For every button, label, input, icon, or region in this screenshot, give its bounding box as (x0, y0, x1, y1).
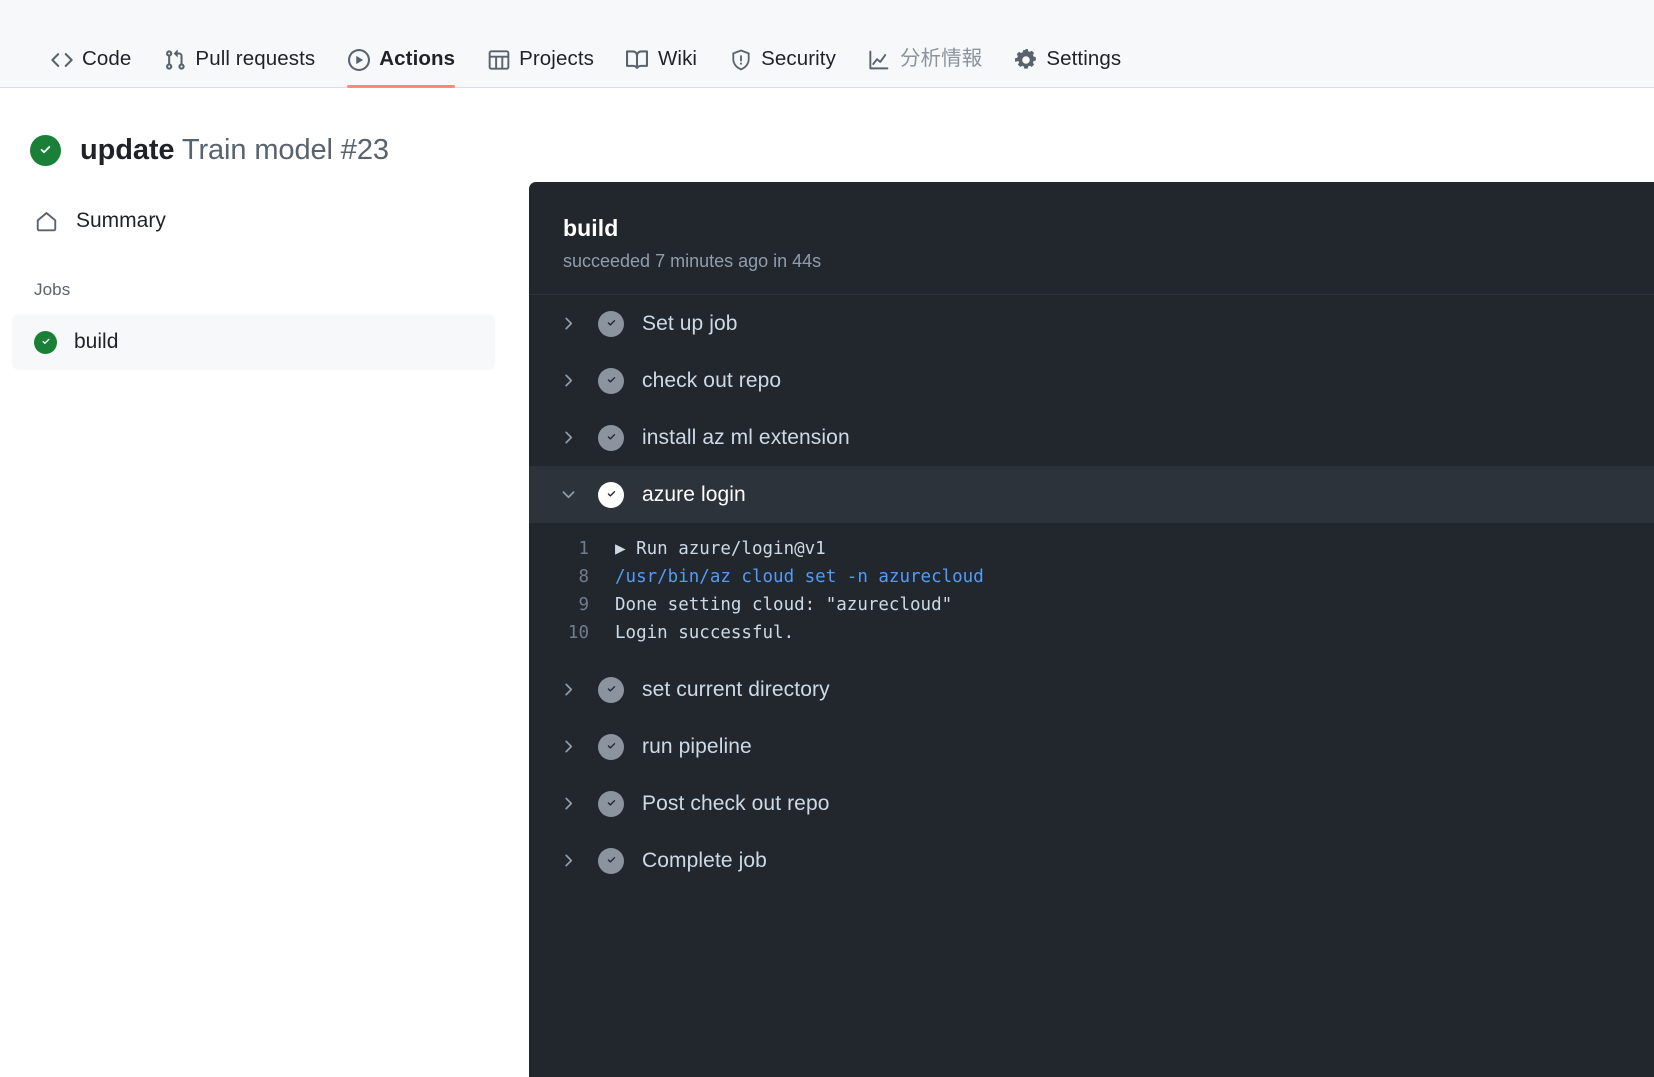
run-workflow-number: Train model #23 (182, 134, 389, 166)
check-circle-icon (598, 482, 624, 508)
git-pull-request-icon (163, 48, 186, 71)
step-row-set-up-job[interactable]: Set up job (529, 295, 1654, 352)
job-status-text: succeeded 7 minutes ago in 44s (563, 251, 1654, 272)
log-line-number: 8 (529, 563, 615, 591)
sidebar-item-label: Summary (76, 209, 166, 233)
main-layout: Summary Jobs build build succeeded 7 min… (0, 182, 1654, 1077)
home-icon (34, 209, 59, 234)
log-line-text: /usr/bin/az cloud set -n azurecloud (615, 563, 984, 591)
step-row-run-pipeline[interactable]: run pipeline (529, 718, 1654, 775)
log-line-text: Login successful. (615, 619, 794, 647)
log-line-number: 1 (529, 535, 615, 563)
chevron-right-icon[interactable] (553, 315, 583, 332)
step-row-azure-login[interactable]: azure login (529, 466, 1654, 523)
nav-item-label: Projects (519, 49, 594, 70)
check-circle-icon (598, 791, 624, 817)
step-label: Set up job (642, 312, 738, 336)
check-circle-icon (598, 425, 624, 451)
shield-icon (729, 48, 752, 71)
run-header: update Train model #23 (0, 88, 1654, 182)
graph-icon (868, 48, 891, 71)
log-line-number: 10 (529, 619, 615, 647)
job-log-panel: build succeeded 7 minutes ago in 44s Set… (529, 182, 1654, 1077)
nav-item-label: Actions (379, 49, 455, 70)
job-log-header: build succeeded 7 minutes ago in 44s (529, 182, 1654, 295)
log-line-text: Done setting cloud: "azurecloud" (615, 591, 952, 619)
check-circle-icon (598, 734, 624, 760)
check-circle-icon (598, 368, 624, 394)
step-row-check-out-repo[interactable]: check out repo (529, 352, 1654, 409)
nav-item-wiki[interactable]: Wiki (610, 48, 713, 87)
step-label: set current directory (642, 678, 830, 702)
nav-item-insights[interactable]: 分析情報 (852, 48, 998, 87)
code-icon (50, 48, 73, 71)
table-icon (487, 48, 510, 71)
nav-item-label: 分析情報 (900, 49, 982, 70)
step-label: run pipeline (642, 735, 752, 759)
log-line-number: 9 (529, 591, 615, 619)
check-circle-icon (598, 848, 624, 874)
sidebar-item-job-build[interactable]: build (12, 314, 495, 370)
log-line: 1 ▶ Run azure/login@v1 (529, 535, 1654, 563)
log-line: 8 /usr/bin/az cloud set -n azurecloud (529, 563, 1654, 591)
chevron-right-icon[interactable] (553, 372, 583, 389)
nav-item-label: Wiki (658, 49, 697, 70)
log-line: 10 Login successful. (529, 619, 1654, 647)
nav-item-settings[interactable]: Settings (998, 48, 1137, 87)
page-title: update Train model #23 (80, 133, 389, 168)
log-line: 9 Done setting cloud: "azurecloud" (529, 591, 1654, 619)
step-log-output: 1 ▶ Run azure/login@v1 8 /usr/bin/az clo… (529, 523, 1654, 661)
step-label: azure login (642, 483, 746, 507)
check-circle-icon (598, 677, 624, 703)
step-label: check out repo (642, 369, 781, 393)
check-circle-icon (30, 135, 61, 166)
chevron-right-icon[interactable] (553, 429, 583, 446)
log-line-text: ▶ Run azure/login@v1 (615, 535, 826, 563)
book-icon (626, 48, 649, 71)
step-label: Complete job (642, 849, 767, 873)
sidebar-item-summary[interactable]: Summary (12, 193, 495, 249)
nav-item-label: Code (82, 49, 131, 70)
chevron-right-icon[interactable] (553, 738, 583, 755)
step-row-set-current-directory[interactable]: set current directory (529, 661, 1654, 718)
gear-icon (1014, 48, 1037, 71)
nav-item-label: Pull requests (195, 49, 315, 70)
nav-item-security[interactable]: Security (713, 48, 852, 87)
check-circle-icon (34, 331, 57, 354)
sidebar-job-label: build (74, 330, 118, 354)
chevron-right-icon[interactable] (553, 795, 583, 812)
chevron-right-icon[interactable] (553, 681, 583, 698)
check-circle-icon (598, 311, 624, 337)
step-row-install-az-ml-extension[interactable]: install az ml extension (529, 409, 1654, 466)
jobs-heading: Jobs (34, 280, 529, 300)
nav-item-projects[interactable]: Projects (471, 48, 610, 87)
chevron-down-icon[interactable] (553, 486, 583, 503)
run-commit-title: update (80, 134, 174, 166)
sidebar: Summary Jobs build (0, 182, 529, 370)
step-row-complete-job[interactable]: Complete job (529, 832, 1654, 889)
nav-item-label: Settings (1046, 49, 1121, 70)
nav-item-pull-requests[interactable]: Pull requests (147, 48, 331, 87)
nav-item-code[interactable]: Code (34, 48, 147, 87)
chevron-right-icon[interactable] (553, 852, 583, 869)
step-label: Post check out repo (642, 792, 830, 816)
step-row-post-check-out-repo[interactable]: Post check out repo (529, 775, 1654, 832)
step-label: install az ml extension (642, 426, 850, 450)
repo-nav: Code Pull requests Actions Projects Wiki… (0, 0, 1654, 88)
play-circle-icon (347, 48, 370, 71)
nav-item-actions[interactable]: Actions (331, 48, 471, 87)
job-name: build (563, 215, 1654, 242)
nav-item-label: Security (761, 49, 836, 70)
